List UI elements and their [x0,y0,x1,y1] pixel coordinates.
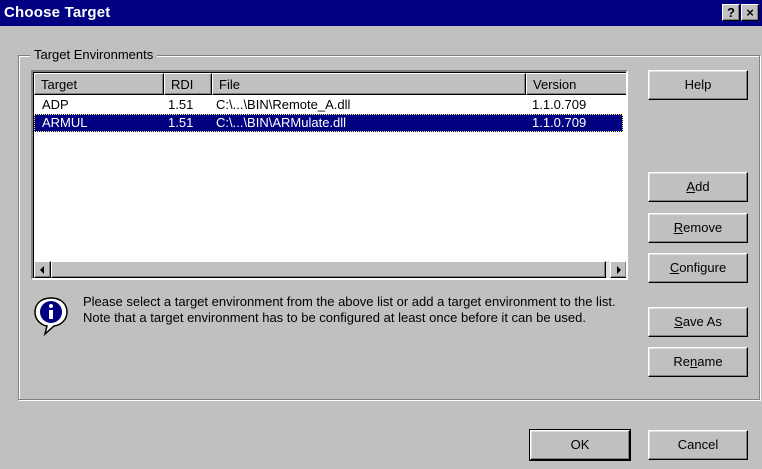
remove-button[interactable]: Remove [648,213,748,243]
remove-mnemonic: R [673,220,684,235]
cell-version: 1.1.0.709 [532,115,587,130]
arrow-left-icon [40,266,44,274]
rename-label-rest: ame [697,354,723,369]
saveas-label-rest: ave As [682,314,722,329]
cell-rdi: 1.51 [168,97,194,112]
list-header: Target RDI File Version [34,73,626,95]
title-bar[interactable]: Choose Target ? × [0,0,762,26]
add-label-rest: dd [695,179,710,194]
column-header-file[interactable]: File [212,73,526,95]
window-title: Choose Target [4,4,111,21]
help-label: Help [684,77,712,92]
configure-label-rest: onfigure [679,260,727,275]
saveas-mnemonic: S [674,314,683,329]
rename-button[interactable]: Rename [648,347,748,377]
add-button[interactable]: Add [648,172,748,202]
cancel-button[interactable]: Cancel [648,430,748,460]
column-header-rdi[interactable]: RDI [164,73,212,95]
choose-target-dialog: Choose Target ? × Target Environments Ta… [0,0,762,469]
add-mnemonic: A [686,179,696,194]
target-list-inner: Target RDI File Version ADP 1.51 C:\...\… [33,72,626,278]
horizontal-scrollbar[interactable] [34,261,626,278]
scroll-right-button[interactable] [610,261,626,278]
cell-file: C:\...\BIN\ARMulate.dll [216,115,347,130]
column-header-target[interactable]: Target [34,73,164,95]
close-button[interactable]: × [741,4,759,21]
ok-label: OK [570,437,590,452]
remove-label-rest: emove [683,220,723,235]
help-caption-button[interactable]: ? [722,4,740,21]
list-row-armul[interactable]: ARMUL 1.51 C:\...\BIN\ARMulate.dll 1.1.0… [34,114,623,132]
scroll-left-button[interactable] [34,261,51,278]
arrow-right-icon [617,266,621,274]
cell-target: ARMUL [42,115,88,130]
scroll-thumb[interactable] [51,261,606,278]
cell-target: ADP [42,97,69,112]
save-as-button[interactable]: Save As [648,307,748,337]
target-list[interactable]: Target RDI File Version ADP 1.51 C:\...\… [31,70,628,280]
cancel-label: Cancel [677,437,719,452]
configure-mnemonic: C [669,260,680,275]
info-message: Please select a target environment from … [83,294,616,325]
configure-button[interactable]: Configure [648,253,748,283]
info-icon [34,297,68,336]
help-button[interactable]: Help [648,70,748,100]
rename-label-pre: Re [673,354,691,369]
cell-file: C:\...\BIN\Remote_A.dll [216,97,351,112]
cell-rdi: 1.51 [168,115,194,130]
ok-button[interactable]: OK [529,429,631,461]
group-label: Target Environments [30,47,158,62]
cell-version: 1.1.0.709 [532,97,587,112]
list-row-adp[interactable]: ADP 1.51 C:\...\BIN\Remote_A.dll 1.1.0.7… [34,96,626,114]
column-header-version[interactable]: Version [526,73,626,95]
